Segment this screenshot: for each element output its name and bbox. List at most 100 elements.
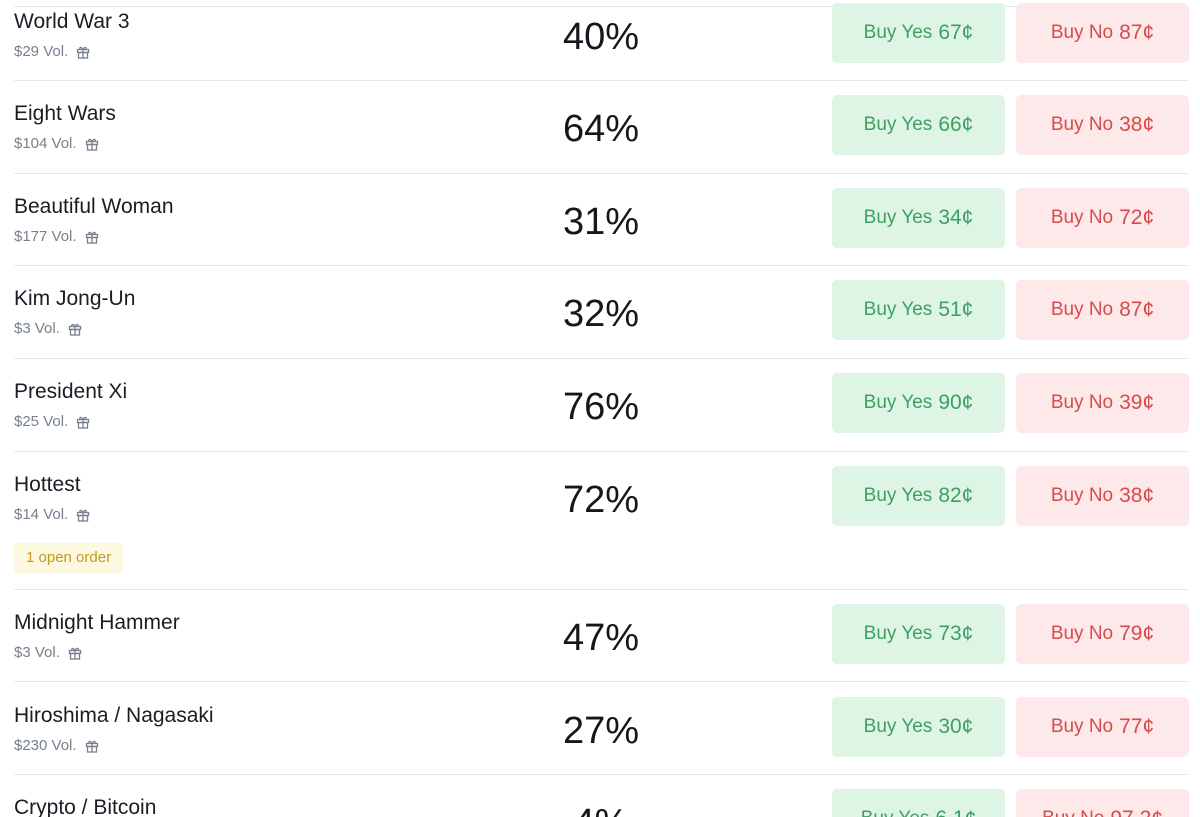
market-name[interactable]: Hiroshima / Nagasaki (14, 703, 214, 729)
market-probability: 4% (541, 801, 661, 817)
no-price: 87¢ (1119, 298, 1155, 321)
volume-text: $3 Vol. (14, 320, 60, 337)
buy-yes-label: Buy Yes (863, 299, 933, 320)
buy-no-label: Buy No (1050, 392, 1114, 413)
no-price: 72¢ (1119, 206, 1155, 229)
yes-price: 51¢ (938, 298, 974, 321)
row-divider (14, 265, 1188, 266)
buy-no-label: Buy No (1050, 716, 1114, 737)
buy-yes-button[interactable]: Buy Yes 73¢ (832, 604, 1005, 664)
volume-text: $3 Vol. (14, 644, 60, 661)
volume-text: $230 Vol. (14, 737, 77, 754)
buy-yes-label: Buy Yes (863, 114, 933, 135)
buy-no-label: Buy No (1050, 485, 1114, 506)
row-divider (14, 774, 1188, 775)
buy-yes-button[interactable]: Buy Yes 82¢ (832, 466, 1005, 526)
market-volume: $25 Vol. (14, 413, 90, 431)
yes-price: 66¢ (938, 113, 974, 136)
buy-no-button[interactable]: Buy No 97.2¢ (1016, 789, 1189, 817)
gift-icon (85, 138, 98, 151)
row-divider (14, 173, 1188, 174)
row-divider (14, 358, 1188, 359)
yes-price: 90¢ (938, 391, 974, 414)
market-name[interactable]: Crypto / Bitcoin (14, 795, 156, 817)
market-list: World War 3 $29 Vol. 40% Buy Yes 67¢ Buy … (0, 0, 1200, 817)
buy-yes-button[interactable]: Buy Yes 66¢ (832, 95, 1005, 155)
market-probability: 27% (562, 710, 640, 752)
buy-no-label: Buy No (1042, 808, 1104, 817)
buy-yes-label: Buy Yes (863, 22, 933, 43)
yes-price: 34¢ (938, 206, 974, 229)
market-volume: $177 Vol. (14, 228, 99, 246)
row-divider (14, 589, 1188, 590)
volume-text: $104 Vol. (14, 135, 77, 152)
volume-text: $29 Vol. (14, 43, 69, 60)
buy-yes-button[interactable]: Buy Yes 67¢ (832, 3, 1005, 63)
market-name[interactable]: Eight Wars (14, 101, 116, 127)
market-volume: $230 Vol. (14, 737, 99, 755)
no-price: 38¢ (1119, 113, 1155, 136)
buy-yes-button[interactable]: Buy Yes 51¢ (832, 280, 1005, 340)
market-volume: $104 Vol. (14, 135, 99, 153)
no-price: 97.2¢ (1110, 807, 1163, 817)
buy-no-button[interactable]: Buy No 38¢ (1016, 466, 1189, 526)
yes-price: 82¢ (938, 484, 974, 507)
market-probability: 32% (562, 293, 640, 335)
buy-no-button[interactable]: Buy No 72¢ (1016, 188, 1189, 248)
yes-price: 67¢ (938, 21, 974, 44)
volume-text: $25 Vol. (14, 413, 69, 430)
yes-price: 73¢ (938, 622, 974, 645)
gift-icon (85, 231, 98, 244)
buy-yes-button[interactable]: Buy Yes 34¢ (832, 188, 1005, 248)
no-price: 87¢ (1119, 21, 1155, 44)
market-name[interactable]: Kim Jong-Un (14, 286, 135, 312)
buy-no-button[interactable]: Buy No 87¢ (1016, 3, 1189, 63)
gift-icon (68, 323, 82, 336)
buy-no-button[interactable]: Buy No 87¢ (1016, 280, 1189, 340)
buy-no-label: Buy No (1050, 22, 1114, 43)
buy-yes-button[interactable]: Buy Yes 90¢ (832, 373, 1005, 433)
market-probability: 76% (562, 386, 640, 428)
buy-no-button[interactable]: Buy No 77¢ (1016, 697, 1189, 757)
buy-no-button[interactable]: Buy No 79¢ (1016, 604, 1189, 664)
no-price: 79¢ (1119, 622, 1155, 645)
buy-yes-label: Buy Yes (863, 392, 933, 413)
buy-yes-label: Buy Yes (863, 485, 933, 506)
market-name[interactable]: Hottest (14, 472, 81, 498)
gift-icon (77, 416, 90, 429)
gift-icon (77, 509, 90, 522)
market-name[interactable]: President Xi (14, 379, 127, 405)
buy-yes-button[interactable]: Buy Yes 6.1¢ (832, 789, 1005, 817)
top-divider (14, 6, 1188, 7)
market-probability: 64% (562, 108, 640, 150)
buy-no-label: Buy No (1050, 299, 1114, 320)
market-name[interactable]: World War 3 (14, 9, 130, 35)
open-order-badge[interactable]: 1 open order (14, 543, 124, 573)
no-price: 77¢ (1119, 715, 1155, 738)
row-divider (14, 681, 1188, 682)
market-probability: 72% (562, 479, 640, 521)
row-divider (14, 80, 1188, 81)
buy-yes-label: Buy Yes (863, 623, 933, 644)
market-name[interactable]: Midnight Hammer (14, 610, 180, 636)
volume-text: $14 Vol. (14, 506, 69, 523)
buy-no-button[interactable]: Buy No 38¢ (1016, 95, 1189, 155)
no-price: 39¢ (1119, 391, 1155, 414)
market-probability: 31% (562, 201, 640, 243)
gift-icon (68, 647, 82, 660)
row-divider (14, 451, 1188, 452)
buy-no-label: Buy No (1050, 114, 1114, 135)
market-probability: 47% (562, 617, 640, 659)
buy-yes-button[interactable]: Buy Yes 30¢ (832, 697, 1005, 757)
market-volume: $3 Vol. (14, 644, 82, 662)
buy-yes-label: Buy Yes (863, 716, 933, 737)
yes-price: 30¢ (938, 715, 974, 738)
no-price: 38¢ (1119, 484, 1155, 507)
market-name[interactable]: Beautiful Woman (14, 194, 174, 220)
buy-no-label: Buy No (1050, 623, 1114, 644)
market-volume: $3 Vol. (14, 320, 82, 338)
buy-no-button[interactable]: Buy No 39¢ (1016, 373, 1189, 433)
gift-icon (77, 46, 90, 59)
market-probability: 40% (562, 16, 640, 58)
market-volume: $14 Vol. (14, 506, 90, 524)
